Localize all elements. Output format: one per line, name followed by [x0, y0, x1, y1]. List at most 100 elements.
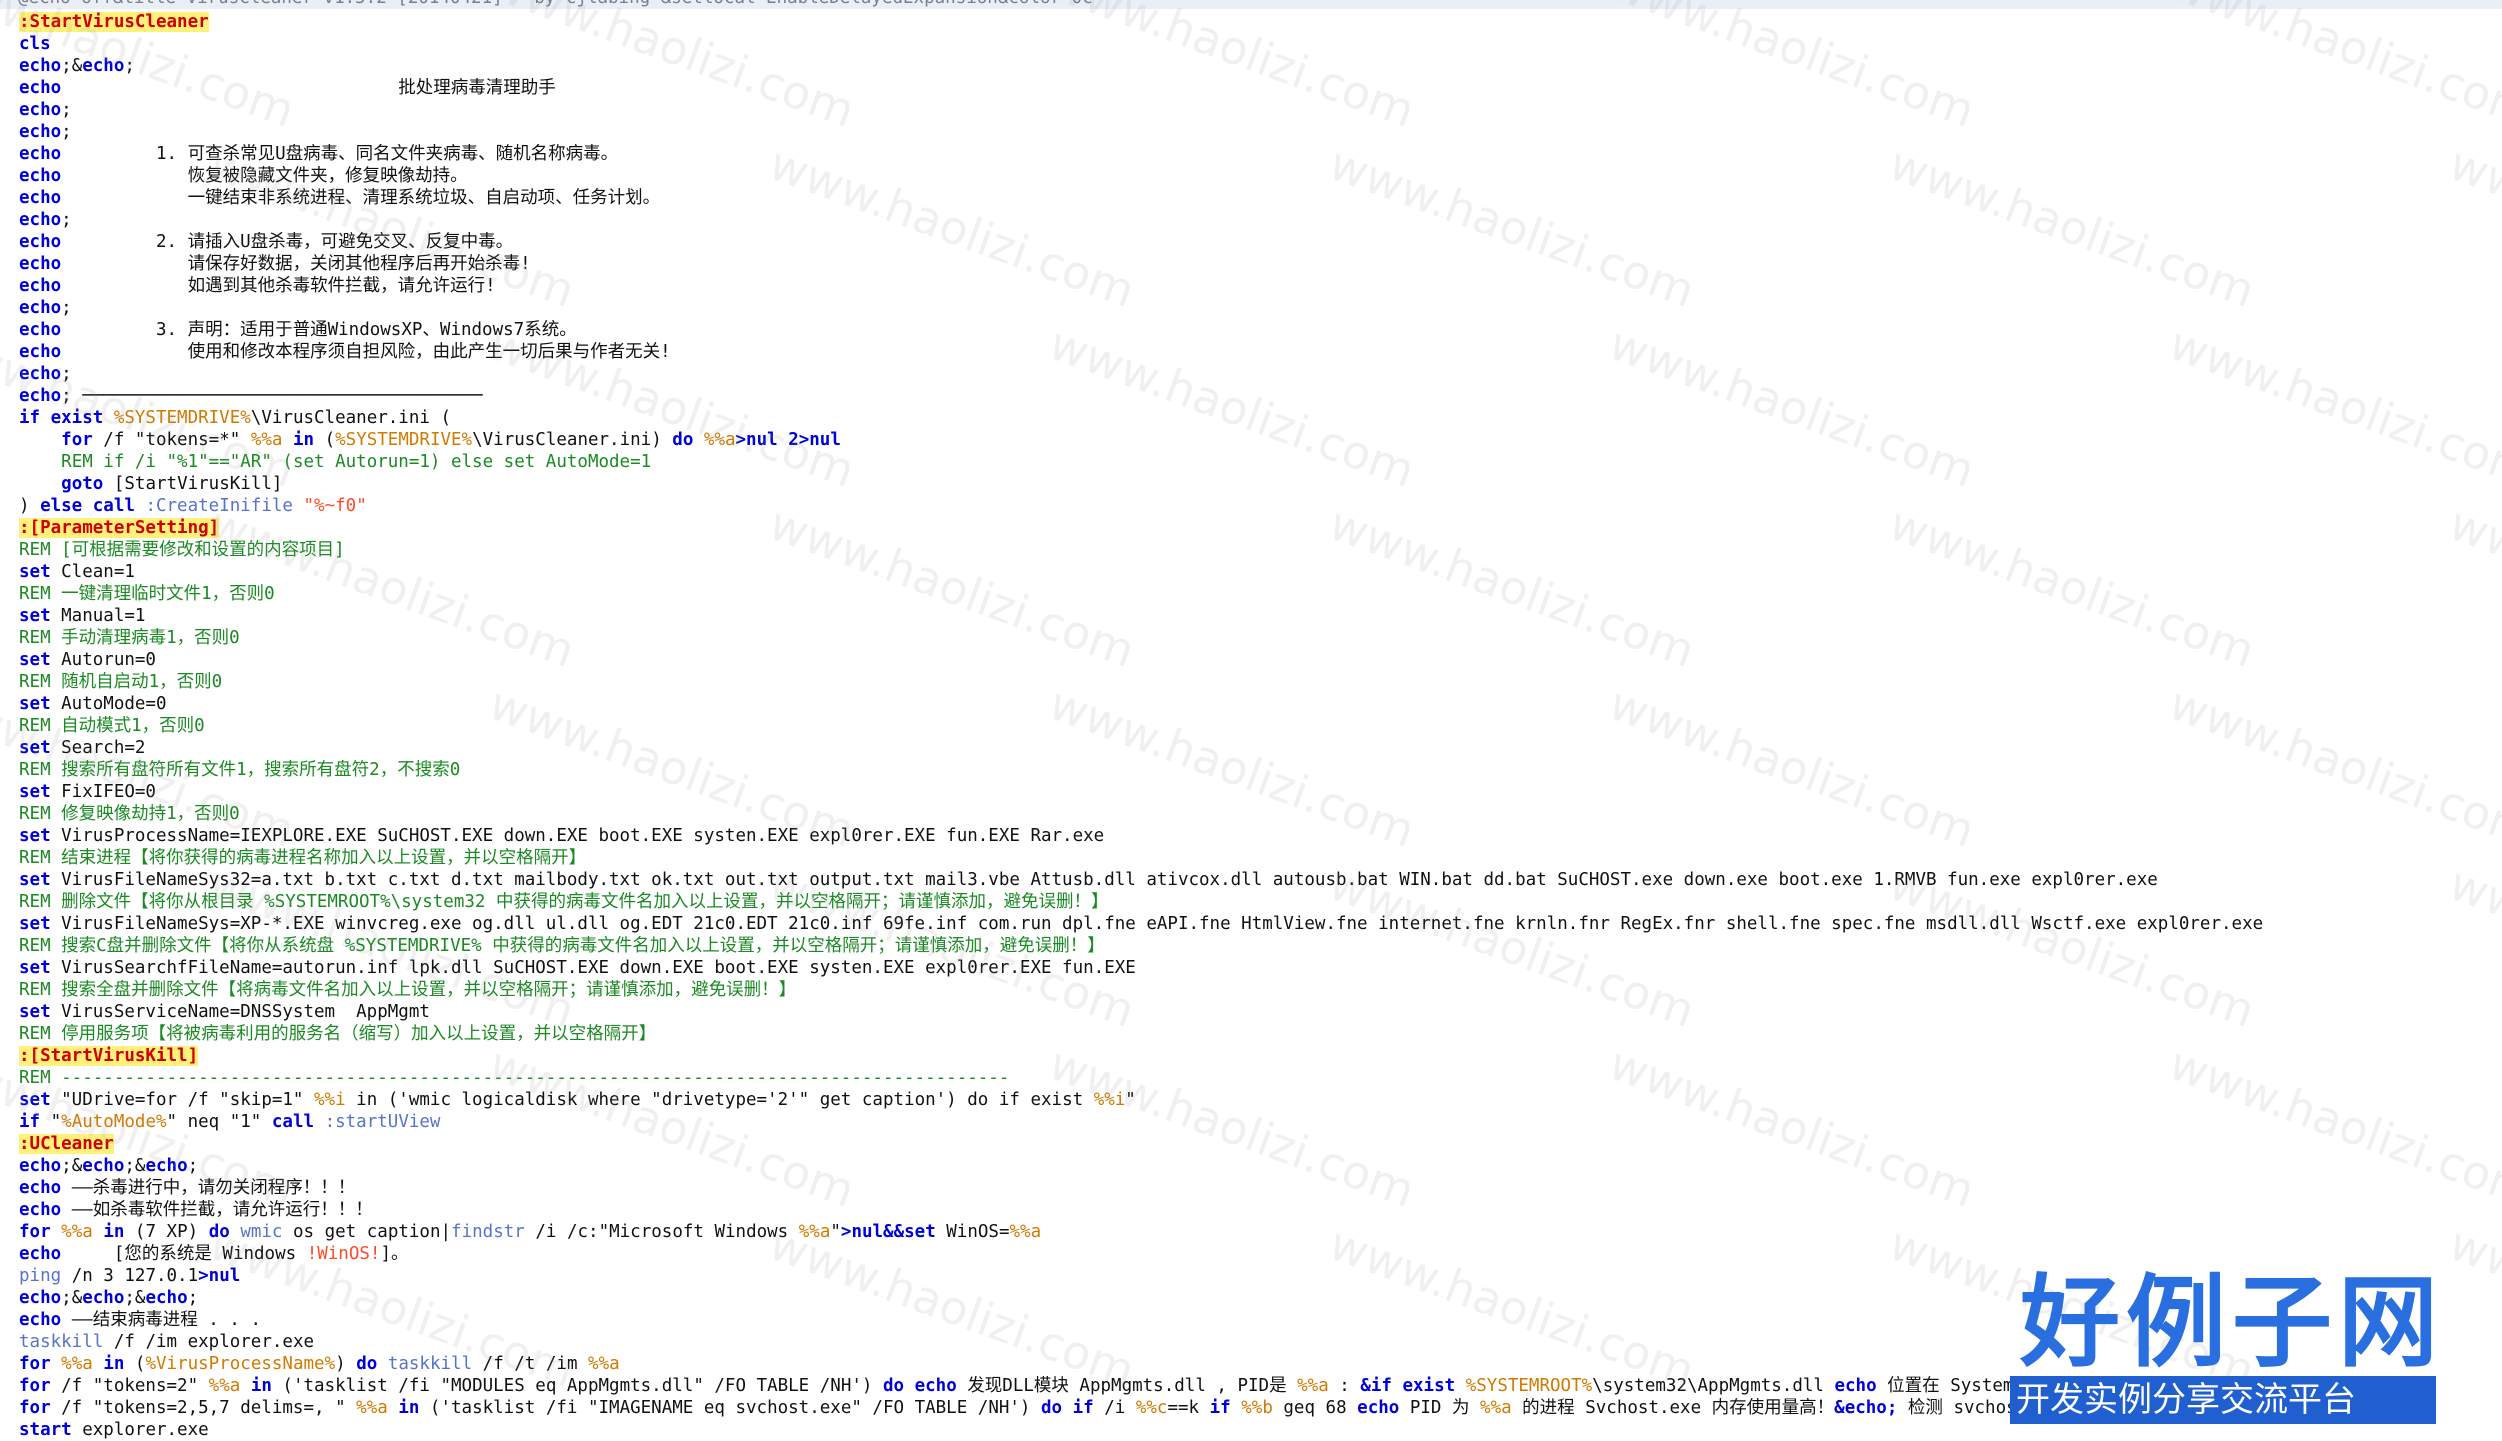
- code-line[interactable]: set VirusProcessName=IEXPLORE.EXE SuCHOS…: [19, 825, 2263, 847]
- code-line[interactable]: echo 3. 声明：适用于普通WindowsXP、Windows7系统。: [19, 319, 2263, 341]
- code-line[interactable]: start explorer.exe: [19, 1419, 2263, 1441]
- code-line[interactable]: echo ——结束病毒进程 . . .: [19, 1309, 2263, 1331]
- code-line[interactable]: REM 自动模式1，否则0: [19, 715, 2263, 737]
- code-line[interactable]: if exist %SYSTEMDRIVE%\VirusCleaner.ini …: [19, 407, 2263, 429]
- code-line[interactable]: echo 批处理病毒清理助手: [19, 77, 2263, 99]
- code-line[interactable]: echo;: [19, 99, 2263, 121]
- code-text: ]。: [380, 1244, 409, 1264]
- code-line[interactable]: goto [StartVirusKill]: [19, 473, 2263, 495]
- code-line[interactable]: for /f "tokens=*" %%a in (%SYSTEMDRIVE%\…: [19, 429, 2263, 451]
- code-command: taskkill: [387, 1354, 473, 1374]
- code-line[interactable]: echo ——杀毒进行中，请勿关闭程序！！！: [19, 1177, 2263, 1199]
- code-line[interactable]: if "%AutoMode%" neq "1" call :startUView: [19, 1111, 2263, 1133]
- code-line[interactable]: REM [可根据需要修改和设置的内容项目]: [19, 539, 2263, 561]
- code-line[interactable]: :UCleaner: [19, 1133, 2263, 1155]
- code-text: Manual=1: [50, 606, 146, 626]
- code-keyword: for: [19, 1376, 51, 1396]
- code-line[interactable]: set Search=2: [19, 737, 2263, 759]
- code-line[interactable]: echo;: [19, 297, 2263, 319]
- code-keyword: set: [19, 870, 51, 890]
- code-line[interactable]: set Clean=1: [19, 561, 2263, 583]
- code-line[interactable]: REM 搜索所有盘符所有文件1，搜索所有盘符2，不搜索0: [19, 759, 2263, 781]
- code-line[interactable]: echo;&echo;: [19, 55, 2263, 77]
- code-line[interactable]: echo 请保存好数据，关闭其他程序后再开始杀毒!: [19, 253, 2263, 275]
- code-text: [StartVirusKill]: [103, 474, 283, 494]
- code-label: :[ParameterSetting]: [19, 518, 220, 538]
- code-line[interactable]: for %%a in (7 XP) do wmic os get caption…: [19, 1221, 2263, 1243]
- code-line[interactable]: echo 1. 可查杀常见U盘病毒、同名文件夹病毒、随机名称病毒。: [19, 143, 2263, 165]
- code-line[interactable]: cls: [19, 33, 2263, 55]
- code-text: :: [1328, 1376, 1361, 1396]
- editor-top-line-text: @echo off&title VirusCleaner v1.5.2 [201…: [18, 0, 1093, 8]
- code-line[interactable]: set VirusFileNameSys=XP-*.EXE winvcreg.e…: [19, 913, 2263, 935]
- code-text: ;: [187, 1288, 199, 1308]
- code-line[interactable]: set VirusServiceName=DNSSystem AppMgmt: [19, 1001, 2263, 1023]
- code-keyword: do if: [1041, 1398, 1094, 1418]
- code-line[interactable]: REM 搜索全盘并删除文件【将病毒文件名加入以上设置，并以空格隔开；请谨慎添加，…: [19, 979, 2263, 1001]
- code-line[interactable]: REM 一键清理临时文件1，否则0: [19, 583, 2263, 605]
- code-keyword: echo: [82, 1288, 125, 1308]
- code-text: ;&: [124, 1288, 146, 1308]
- code-line[interactable]: ) else call :CreateInifile "%~f0": [19, 495, 2263, 517]
- code-keyword: echo: [19, 122, 62, 142]
- code-text: ;: [61, 298, 72, 318]
- code-line[interactable]: REM ------------------------------------…: [19, 1067, 2263, 1089]
- code-line[interactable]: :[ParameterSetting]: [19, 517, 2263, 539]
- code-line[interactable]: :StartVirusCleaner: [19, 11, 2263, 33]
- code-line[interactable]: echo;: [19, 363, 2263, 385]
- code-line[interactable]: echo ——如杀毒软件拦截，请允许运行！！！: [19, 1199, 2263, 1221]
- code-line[interactable]: echo 恢复被隐藏文件夹，修复映像劫持。: [19, 165, 2263, 187]
- code-line[interactable]: set FixIFEO=0: [19, 781, 2263, 803]
- code-line[interactable]: ping /n 3 127.0.1>nul: [19, 1265, 2263, 1287]
- code-keyword: in: [103, 1222, 125, 1242]
- code-line[interactable]: set VirusSearchfFileName=autorun.inf lpk…: [19, 957, 2263, 979]
- code-line[interactable]: taskkill /f /im explorer.exe: [19, 1331, 2263, 1353]
- code-line[interactable]: set AutoMode=0: [19, 693, 2263, 715]
- code-line[interactable]: REM 删除文件【将你从根目录 %SYSTEMROOT%\system32 中获…: [19, 891, 2263, 913]
- code-line[interactable]: set Autorun=0: [19, 649, 2263, 671]
- code-keyword: do echo: [882, 1376, 957, 1396]
- code-string: !WinOS!: [306, 1244, 381, 1264]
- code-line[interactable]: set VirusFileNameSys32=a.txt b.txt c.txt…: [19, 869, 2263, 891]
- code-line[interactable]: echo; ──────────────────────────────────…: [19, 385, 2263, 407]
- code-line[interactable]: REM 随机自启动1，否则0: [19, 671, 2263, 693]
- code-text: /f "tokens=*": [92, 430, 251, 450]
- code-line[interactable]: echo;: [19, 209, 2263, 231]
- code-keyword: >nul 2>nul: [735, 430, 841, 450]
- code-keyword: echo: [19, 56, 62, 76]
- code-line[interactable]: echo [您的系统是 Windows !WinOS!]。: [19, 1243, 2263, 1265]
- code-line[interactable]: REM 手动清理病毒1，否则0: [19, 627, 2263, 649]
- code-line[interactable]: REM 结束进程【将你获得的病毒进程名称加入以上设置，并以空格隔开】: [19, 847, 2263, 869]
- code-text: (: [124, 1354, 146, 1374]
- code-line[interactable]: REM if /i "%1"=="AR" (set Autorun=1) els…: [19, 451, 2263, 473]
- code-line[interactable]: REM 搜索C盘并删除文件【将你从系统盘 %SYSTEMDRIVE% 中获得的病…: [19, 935, 2263, 957]
- code-line[interactable]: REM 停用服务项【将被病毒利用的服务名（缩写）加入以上设置，并以空格隔开】: [19, 1023, 2263, 1045]
- code-comment: REM ------------------------------------…: [19, 1068, 1010, 1088]
- code-line[interactable]: :[StartVirusKill]: [19, 1045, 2263, 1067]
- code-line[interactable]: for /f "tokens=2" %%a in ('tasklist /fi …: [19, 1375, 2263, 1397]
- code-label: :UCleaner: [19, 1134, 114, 1154]
- code-editor[interactable]: @echo off&title VirusCleaner v1.5.2 [201…: [0, 0, 2502, 1440]
- code-line[interactable]: echo;&echo;&echo;: [19, 1287, 2263, 1309]
- code-line[interactable]: REM 修复映像劫持1，否则0: [19, 803, 2263, 825]
- code-line[interactable]: echo 一键结束非系统进程、清理系统垃圾、自启动项、任务计划。: [19, 187, 2263, 209]
- code-line[interactable]: echo 使用和修改本程序须自担风险，由此产生一切后果与作者无关!: [19, 341, 2263, 363]
- code-line[interactable]: echo 如遇到其他杀毒软件拦截，请允许运行!: [19, 275, 2263, 297]
- code-text: ;&: [61, 56, 83, 76]
- code-line[interactable]: for /f "tokens=2,5,7 delims=, " %%a in (…: [19, 1397, 2263, 1419]
- code-lines[interactable]: :StartVirusCleaner cls echo;&echo; echo 批处理…: [19, 11, 2263, 1441]
- code-line[interactable]: for %%a in (%VirusProcessName%) do taskk…: [19, 1353, 2263, 1375]
- code-line[interactable]: set Manual=1: [19, 605, 2263, 627]
- code-text: 的进程 Svchost.exe 内存使用量高！: [1511, 1398, 1835, 1418]
- code-keyword: echo: [19, 144, 62, 164]
- code-line[interactable]: echo 2. 请插入U盘杀毒，可避免交叉、反复中毒。: [19, 231, 2263, 253]
- code-line[interactable]: set "UDrive=for /f "skip=1" %%i in ('wmi…: [19, 1089, 2263, 1111]
- code-keyword: >nul&&set: [840, 1222, 936, 1242]
- code-text: 2. 请插入U盘杀毒，可避免交叉、反复中毒。: [61, 232, 514, 252]
- code-line[interactable]: echo;&echo;&echo;: [19, 1155, 2263, 1177]
- code-line[interactable]: echo;: [19, 121, 2263, 143]
